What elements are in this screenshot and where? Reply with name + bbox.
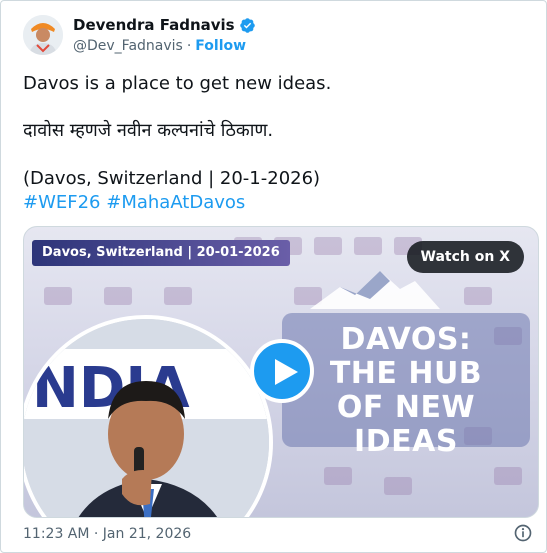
display-name[interactable]: Devendra Fadnavis [73,16,235,34]
headline: DAVOS: THE HUB OF NEW IDEAS [282,323,530,459]
name-block: Devendra Fadnavis @Dev_Fadnavis · Follow [73,15,256,55]
location-tag: Davos, Switzerland | 20-01-2026 [32,240,290,266]
tweet-text-line-3: (Davos, Switzerland | 20-1-2026) [23,168,321,189]
follow-button[interactable]: Follow [195,38,246,54]
separator: · [186,38,192,54]
name-row: Devendra Fadnavis [73,15,256,35]
tweet-text-line-1: Davos is a place to get new ideas. [23,73,332,94]
mountain-graphic [310,271,440,309]
headline-line-3: OF NEW IDEAS [336,390,476,459]
avatar[interactable] [23,15,63,55]
hashtags[interactable]: #WEF26 #MahaAtDavos [23,191,245,215]
verified-badge-icon [239,17,255,33]
watch-on-x-button[interactable]: Watch on X [406,241,524,273]
headline-line-2: THE HUB [329,356,483,391]
tweet-text-line-2: दावोस म्हणजे नवीन कल्पनांचे ठिकाण. [23,120,274,141]
tweet-header: Devendra Fadnavis @Dev_Fadnavis · Follow [23,11,256,59]
tweet-card: Devendra Fadnavis @Dev_Fadnavis · Follow… [0,0,547,553]
play-icon [275,359,298,385]
handle[interactable]: @Dev_Fadnavis [73,38,183,54]
video-thumbnail[interactable]: Davos, Switzerland | 20-01-2026 Watch on… [23,226,539,518]
play-button[interactable] [250,339,314,403]
timestamp[interactable]: 11:23 AM · Jan 21, 2026 [23,526,191,542]
headline-line-1: DAVOS: [340,322,472,357]
handle-row: @Dev_Fadnavis · Follow [73,37,256,55]
info-icon[interactable] [513,523,533,543]
avatar-image [23,15,63,55]
